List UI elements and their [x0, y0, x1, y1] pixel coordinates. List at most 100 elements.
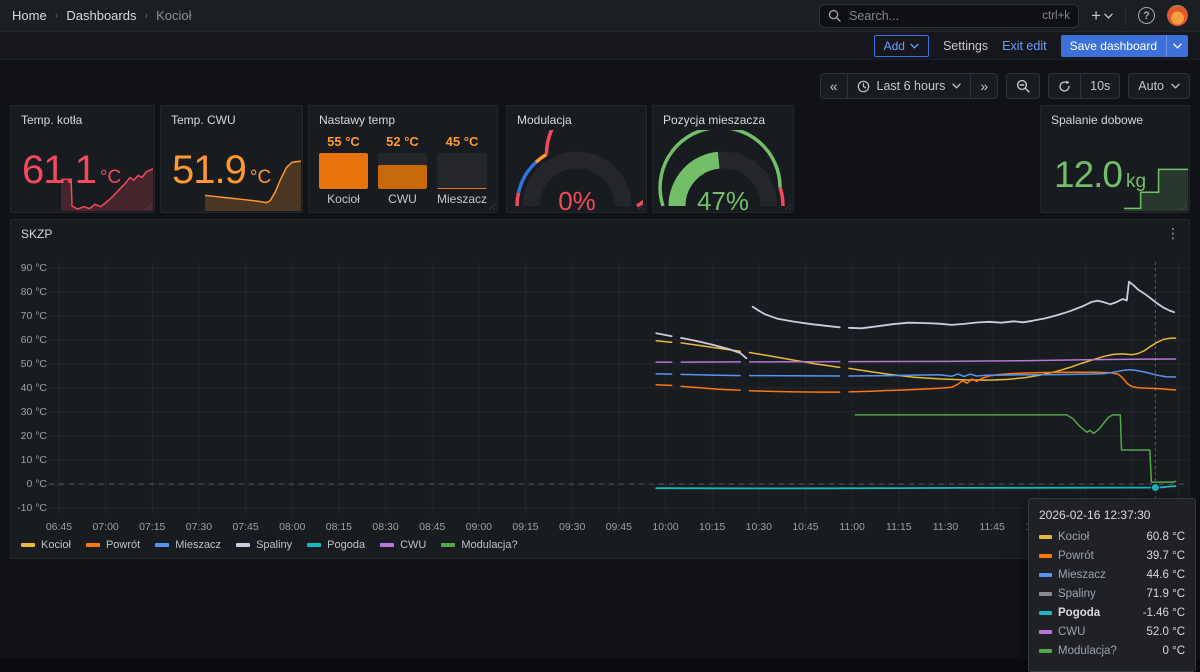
search-input[interactable] — [849, 9, 1034, 23]
chart-tooltip: 2026-02-16 12:37:30 Kocioł60.8 °CPowrót3… — [1028, 498, 1196, 672]
auto-refresh-dropdown[interactable]: Auto — [1129, 74, 1189, 98]
tooltip-series-value: 44.6 °C — [1147, 569, 1185, 581]
search-icon — [828, 9, 841, 22]
breadcrumb-home[interactable]: Home — [12, 8, 47, 23]
gauge-value: 0% — [558, 186, 596, 214]
panel-title: Pozycja mieszacza — [663, 113, 765, 127]
legend-item-modulacja-[interactable]: Modulacja? — [441, 539, 517, 551]
bar-gauge-value: 55 °C — [319, 134, 368, 149]
panel-modulacja: Modulacja 0% — [506, 105, 647, 213]
x-tick-label: 09:45 — [606, 521, 632, 533]
series-spaliny — [849, 282, 1174, 329]
x-tick-label: 11:15 — [886, 521, 912, 533]
legend-item-spaliny[interactable]: Spaliny — [236, 539, 292, 551]
bar-gauge-label: Kocioł — [319, 192, 368, 206]
avatar[interactable] — [1167, 5, 1188, 26]
tooltip-series-name: Mieszacz — [1058, 569, 1141, 581]
legend-swatch — [86, 543, 100, 547]
x-tick-label: 09:30 — [559, 521, 585, 533]
series-pogoda — [656, 486, 1175, 488]
legend-item-mieszacz[interactable]: Mieszacz — [155, 539, 221, 551]
tooltip-swatch — [1039, 554, 1052, 558]
tooltip-series-value: 60.8 °C — [1147, 531, 1185, 543]
x-tick-label: 09:15 — [512, 521, 538, 533]
y-tick-label: -10 °C — [17, 502, 47, 514]
legend-item-cwu[interactable]: CWU — [380, 539, 426, 551]
help-icon[interactable]: ? — [1138, 7, 1155, 24]
legend-label: Spaliny — [256, 539, 292, 551]
save-options-caret[interactable] — [1167, 43, 1188, 49]
y-tick-label: 20 °C — [21, 430, 47, 442]
divider — [1125, 7, 1126, 25]
refresh-interval-label[interactable]: 10s — [1080, 74, 1119, 98]
legend-item-kocio-[interactable]: Kocioł — [21, 539, 71, 551]
settings-button[interactable]: Settings — [943, 39, 988, 53]
x-tick-label: 11:00 — [839, 521, 865, 533]
chevron-down-icon — [952, 83, 961, 89]
tooltip-series-value: -1.46 °C — [1143, 607, 1185, 619]
y-tick-label: 80 °C — [21, 286, 47, 298]
nav-right-cluster: ctrl+k + ? — [819, 4, 1188, 28]
tooltip-swatch — [1039, 535, 1052, 539]
stat-unit: °C — [250, 167, 271, 189]
legend-swatch — [380, 543, 394, 547]
chart-legend: Kocioł Powrót Mieszacz Spaliny Pogoda CWU Modu… — [21, 539, 518, 551]
x-tick-label: 08:45 — [419, 521, 445, 533]
time-range-group: « Last 6 hours » — [820, 73, 998, 99]
series-powr-t — [750, 391, 840, 392]
y-tick-label: 10 °C — [21, 454, 47, 466]
stat-number: 12.0 — [1054, 154, 1122, 196]
new-menu-button[interactable]: + — [1091, 7, 1113, 24]
tooltip-swatch — [1039, 592, 1052, 596]
panel-resize-handle[interactable] — [486, 201, 495, 210]
bar-gauge-kociol: 55 °C Kocioł — [319, 134, 368, 206]
bar-gauge-value: 45 °C — [437, 134, 487, 149]
tooltip-row: Pogoda -1.46 °C — [1039, 607, 1185, 619]
panel-pozycja-mieszacza: Pozycja mieszacza 47% — [652, 105, 794, 213]
refresh-button[interactable] — [1049, 74, 1080, 98]
save-dashboard-button[interactable]: Save dashboard — [1061, 35, 1188, 57]
legend-label: Powrót — [106, 539, 140, 551]
series-spaliny — [656, 333, 672, 336]
x-tick-label: 11:30 — [933, 521, 959, 533]
time-shift-back-button[interactable]: « — [821, 74, 847, 98]
edit-toolbar: Add Settings Exit edit Save dashboard — [0, 32, 1200, 60]
time-range-picker[interactable]: Last 6 hours — [847, 74, 971, 98]
x-tick-label: 10:15 — [699, 521, 725, 533]
tooltip-row: Spaliny71.9 °C — [1039, 588, 1185, 600]
legend-item-pogoda[interactable]: Pogoda — [307, 539, 365, 551]
tooltip-series-value: 0 °C — [1163, 645, 1186, 657]
tooltip-series-value: 39.7 °C — [1147, 550, 1185, 562]
time-shift-forward-button[interactable]: » — [970, 74, 997, 98]
legend-label: CWU — [400, 539, 426, 551]
tooltip-swatch — [1039, 630, 1052, 634]
y-axis-labels: 90 °C80 °C70 °C60 °C50 °C40 °C30 °C20 °C… — [11, 262, 47, 516]
legend-swatch — [155, 543, 169, 547]
zoom-out-button[interactable] — [1007, 74, 1039, 98]
stat-value: 61.1 °C — [22, 148, 121, 193]
refresh-icon — [1058, 80, 1071, 93]
search-box[interactable]: ctrl+k — [819, 4, 1079, 28]
breadcrumb-dashboards[interactable]: Dashboards — [66, 8, 136, 23]
panel-title: SKZP — [21, 227, 52, 241]
legend-swatch — [307, 543, 321, 547]
exit-edit-button[interactable]: Exit edit — [1002, 39, 1046, 53]
legend-swatch — [236, 543, 250, 547]
tooltip-timestamp: 2026-02-16 12:37:30 — [1039, 508, 1185, 522]
stat-number: 51.9 — [172, 148, 246, 193]
bar-gauge-track — [437, 153, 487, 189]
plus-icon: + — [1091, 7, 1101, 24]
tooltip-row: Powrót39.7 °C — [1039, 550, 1185, 562]
legend-item-powr-t[interactable]: Powrót — [86, 539, 140, 551]
add-button[interactable]: Add — [874, 35, 929, 57]
bar-gauge-fill — [319, 153, 368, 189]
panel-temp-cwu: Temp. CWU 51.9 °C — [160, 105, 303, 213]
interval-text: 10s — [1090, 79, 1110, 93]
chevron-down-icon — [1173, 43, 1182, 49]
panel-menu-icon[interactable]: ⋮ — [1166, 226, 1181, 240]
gauge-chart: 47% — [657, 130, 789, 214]
tooltip-swatch — [1039, 649, 1052, 653]
timeseries-plot[interactable] — [49, 262, 1189, 516]
x-tick-label: 07:45 — [232, 521, 258, 533]
tooltip-series-name: Pogoda — [1058, 607, 1137, 619]
